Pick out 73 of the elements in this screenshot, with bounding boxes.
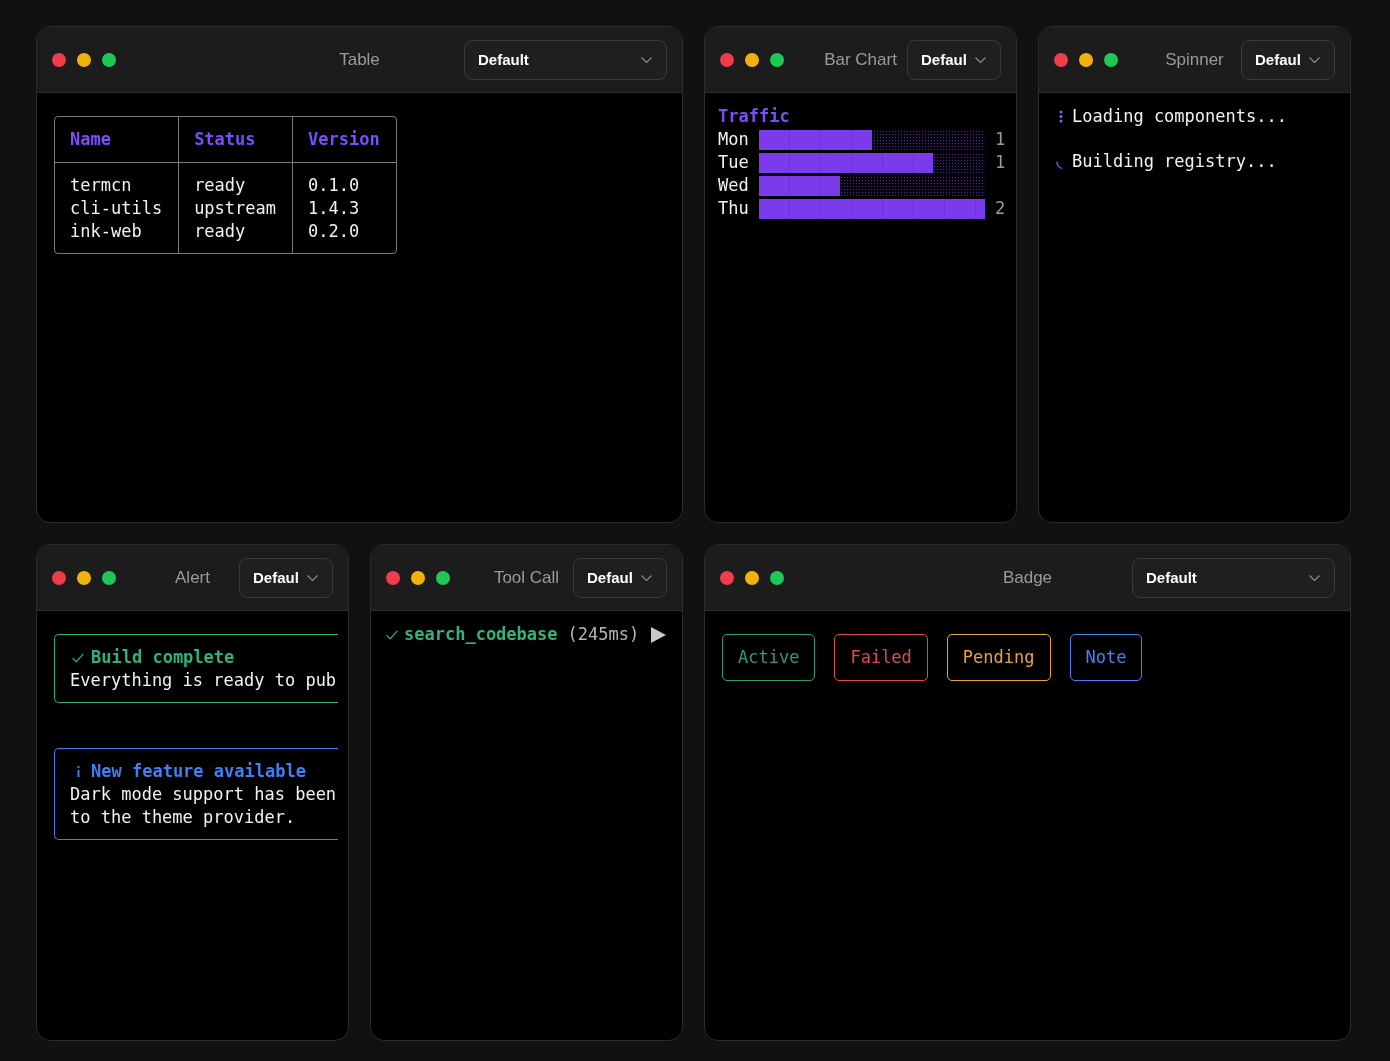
window-title: Bar Chart xyxy=(824,49,897,70)
window-title: Tool Call xyxy=(493,567,560,588)
chevron-down-icon xyxy=(1309,574,1320,581)
table-cell: 0.1.0 xyxy=(292,163,396,197)
window-dot-icon[interactable] xyxy=(1079,52,1093,67)
spinner-label: Building registry... xyxy=(1072,150,1277,173)
table-header-cell: Name xyxy=(55,117,179,163)
arc-spinner-icon xyxy=(1056,160,1063,169)
table-cell-text: cli-utils xyxy=(69,197,164,220)
window-dot-icon[interactable] xyxy=(102,570,116,585)
alert-message: Everything is ready to pub xyxy=(70,669,337,692)
alert-title: New feature available xyxy=(91,760,306,783)
window-dot-icon[interactable] xyxy=(436,570,450,585)
table-cell: 0.2.0 xyxy=(292,220,396,253)
variant-dropdown[interactable]: Default xyxy=(1132,557,1335,598)
chevron-down-icon xyxy=(1309,56,1320,63)
status-badge: Note xyxy=(1069,634,1143,681)
tool-name: search_codebase xyxy=(404,623,558,646)
chart-title: Traffic xyxy=(718,105,791,128)
window-dot-icon[interactable] xyxy=(1104,52,1118,67)
table-header-cell: Version xyxy=(292,117,396,163)
tool-duration: (245ms) xyxy=(567,623,640,646)
table-cell-text: termcn xyxy=(69,174,133,197)
info-icon xyxy=(76,766,80,777)
window-title: Spinner xyxy=(1165,49,1224,70)
window-dot-icon[interactable] xyxy=(720,52,734,67)
day-label: Tue xyxy=(718,151,749,174)
window-dot-icon[interactable] xyxy=(745,52,759,67)
window-dot-icon[interactable] xyxy=(77,570,91,585)
day-label: Thu xyxy=(718,197,749,220)
window-dot-icon[interactable] xyxy=(386,570,400,585)
bar-value: 1 xyxy=(995,128,1007,151)
window-dot-icon[interactable] xyxy=(52,570,66,585)
day-label: Mon xyxy=(718,128,749,151)
play-icon[interactable] xyxy=(651,626,667,643)
window-dot-icon[interactable] xyxy=(770,52,784,67)
window-title: Alert xyxy=(175,567,210,588)
table-cell-text: ink-web xyxy=(69,220,143,243)
table-cell: 1.4.3 xyxy=(292,197,396,220)
window-dot-icon[interactable] xyxy=(1054,52,1068,67)
bar-value: 2 xyxy=(995,197,1007,220)
window-dot-icon[interactable] xyxy=(770,570,784,585)
variant-dropdown[interactable]: Defaul xyxy=(573,557,667,598)
chevron-down-icon xyxy=(307,574,318,581)
alert-message: Dark mode support has been to the theme provider. xyxy=(70,783,337,829)
status-badge: Failed xyxy=(834,634,928,681)
window-dot-icon[interactable] xyxy=(77,52,91,67)
variant-dropdown[interactable]: Defaul xyxy=(1241,39,1335,80)
variant-dropdown[interactable]: Defaul xyxy=(907,39,1001,80)
table-cell: ready xyxy=(178,220,292,253)
day-label: Wed xyxy=(718,174,749,197)
variant-dropdown[interactable]: Defaul xyxy=(239,557,333,598)
window-title: Badge xyxy=(1002,567,1053,588)
chevron-down-icon xyxy=(975,56,986,63)
variant-dropdown[interactable]: Default xyxy=(464,39,667,80)
window-dot-icon[interactable] xyxy=(411,570,425,585)
spinner-label: Loading components... xyxy=(1072,105,1287,128)
window-title: Table xyxy=(339,49,380,70)
alert-title: Build complete xyxy=(91,646,235,669)
chevron-down-icon xyxy=(641,574,652,581)
table-header-cell: Status xyxy=(178,117,292,163)
table-cell: ready xyxy=(178,163,292,197)
window-dot-icon[interactable] xyxy=(52,52,66,67)
chevron-down-icon xyxy=(641,56,652,63)
window-dot-icon[interactable] xyxy=(745,570,759,585)
status-badge: Active xyxy=(722,634,816,681)
window-dot-icon[interactable] xyxy=(720,570,734,585)
table-cell: upstream xyxy=(178,197,292,220)
check-icon xyxy=(72,652,84,663)
bar-value: 1 xyxy=(995,151,1007,174)
status-badge: Pending xyxy=(946,634,1051,681)
dots-spinner-icon xyxy=(1059,110,1063,123)
window-dot-icon[interactable] xyxy=(102,52,116,67)
